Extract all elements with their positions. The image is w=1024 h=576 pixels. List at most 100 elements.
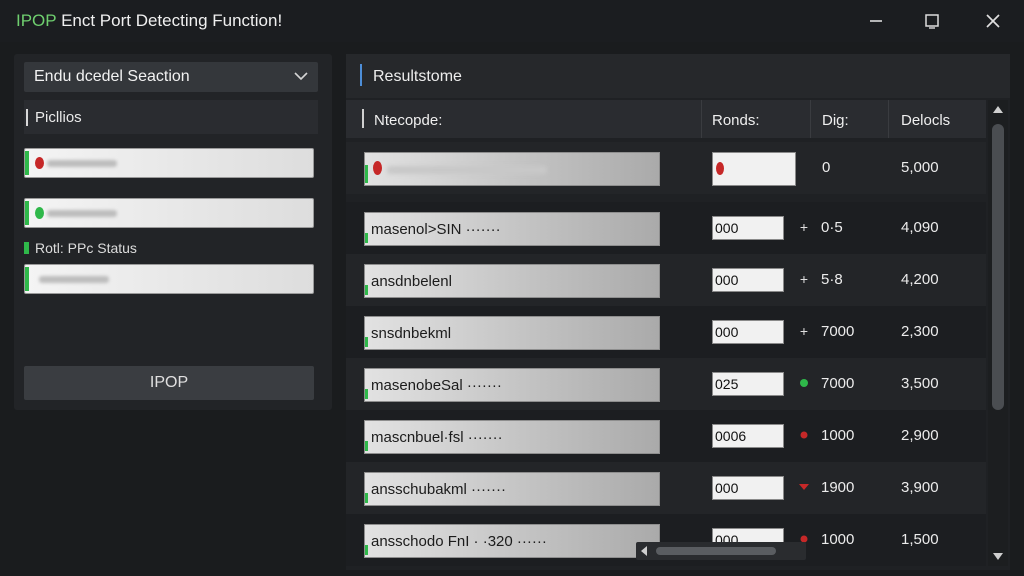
table-row[interactable]: 0 5,000 bbox=[346, 142, 986, 194]
status-label: Rotl: PPc Status bbox=[35, 240, 137, 256]
green-marker bbox=[365, 233, 368, 243]
plus-icon: + bbox=[799, 323, 809, 339]
maximize-button[interactable] bbox=[917, 8, 947, 34]
ipop-button[interactable]: IPOP bbox=[24, 366, 314, 400]
header-accent-bar bbox=[362, 109, 364, 128]
row-name: ansschubakml ······· bbox=[371, 481, 507, 498]
row-name-field[interactable]: ansschubakml ······· bbox=[364, 472, 660, 506]
vertical-scroll-thumb[interactable] bbox=[992, 124, 1004, 410]
scroll-down-icon[interactable] bbox=[992, 552, 1004, 562]
row-dig: 7000 bbox=[821, 375, 855, 392]
row-round-field[interactable]: 000 bbox=[712, 476, 784, 500]
row-dig: 1900 bbox=[821, 479, 855, 496]
maximize-icon bbox=[925, 14, 939, 29]
close-icon bbox=[986, 14, 1000, 28]
blurred-text bbox=[39, 276, 109, 283]
green-marker bbox=[365, 285, 368, 295]
table-row[interactable]: snsdnbekml 000 + 7000 2,300 bbox=[346, 306, 986, 358]
green-status-dot bbox=[35, 207, 44, 219]
row-delocls: 4,200 bbox=[901, 271, 939, 288]
red-triangle-icon bbox=[798, 479, 810, 493]
row-delocls: 2,300 bbox=[901, 323, 939, 340]
row-dig: 1000 bbox=[821, 531, 855, 548]
table-row[interactable]: masenol>SIN ······· 000 + 0·5 4,090 bbox=[346, 202, 986, 254]
row-delocls: 1,500 bbox=[901, 531, 939, 548]
green-marker bbox=[25, 267, 29, 291]
section-dropdown[interactable]: Endu dcedel Seaction bbox=[24, 62, 318, 92]
column-header-dig[interactable]: Dig: bbox=[822, 112, 849, 129]
close-button[interactable] bbox=[978, 8, 1008, 34]
column-header-ntecopde[interactable]: Ntecopde: bbox=[374, 112, 442, 129]
input-field-3[interactable] bbox=[24, 264, 314, 294]
green-marker bbox=[365, 337, 368, 347]
vertical-scrollbar[interactable] bbox=[988, 100, 1008, 566]
row-delocls: 3,900 bbox=[901, 479, 939, 496]
row-dig: 5·8 bbox=[821, 271, 843, 288]
row-round-field[interactable]: 000 bbox=[712, 216, 784, 240]
row-name-field[interactable] bbox=[364, 152, 660, 186]
row-name: mascnbuel·fsl ······· bbox=[371, 429, 503, 446]
green-marker bbox=[365, 493, 368, 503]
red-status-dot bbox=[35, 157, 44, 169]
row-name: ansschodo FnI · ·320 ······ bbox=[371, 533, 547, 550]
field-header-label: Picllios bbox=[35, 109, 82, 126]
chevron-down-icon bbox=[294, 72, 308, 81]
green-marker bbox=[365, 441, 368, 451]
input-field-1[interactable] bbox=[24, 148, 314, 178]
title-bar: IPOP Enct Port Detecting Function! bbox=[0, 0, 1024, 42]
minimize-button[interactable] bbox=[861, 8, 891, 34]
green-marker bbox=[365, 389, 368, 399]
red-dot-icon bbox=[798, 427, 810, 441]
column-divider bbox=[810, 100, 811, 138]
status-marker bbox=[24, 242, 29, 254]
row-dig: 7000 bbox=[821, 323, 855, 340]
row-name-field[interactable]: masenol>SIN ······· bbox=[364, 212, 660, 246]
row-round-field[interactable]: 0006 bbox=[712, 424, 784, 448]
row-round-field[interactable] bbox=[712, 152, 796, 186]
table-row[interactable]: mascnbuel·fsl ······· 0006 1000 2,900 bbox=[346, 410, 986, 462]
red-status-dot bbox=[716, 162, 724, 175]
column-divider bbox=[888, 100, 889, 138]
row-delocls: 4,090 bbox=[901, 219, 939, 236]
green-dot-icon bbox=[798, 375, 810, 389]
table-row[interactable]: ansschubakml ······· 000 1900 3,900 bbox=[346, 462, 986, 514]
green-marker bbox=[25, 201, 29, 225]
row-dig: 1000 bbox=[821, 427, 855, 444]
row-delocls: 3,500 bbox=[901, 375, 939, 392]
row-name: masenol>SIN ······· bbox=[371, 221, 501, 238]
row-name-field[interactable]: mascnbuel·fsl ······· bbox=[364, 420, 660, 454]
row-round-field[interactable]: 000 bbox=[712, 268, 784, 292]
input-field-2[interactable] bbox=[24, 198, 314, 228]
row-name-field[interactable]: ansdnbelenl bbox=[364, 264, 660, 298]
field-header: Picllios bbox=[24, 100, 318, 134]
row-name: masenobeSal ······· bbox=[371, 377, 502, 394]
dropdown-label: Endu dcedel Seaction bbox=[34, 68, 190, 85]
row-round-field[interactable]: 000 bbox=[712, 320, 784, 344]
horizontal-scrollbar[interactable] bbox=[636, 542, 806, 560]
horizontal-scroll-thumb[interactable] bbox=[656, 547, 776, 555]
row-name-field[interactable]: masenobeSal ······· bbox=[364, 368, 660, 402]
results-header: Resultstome bbox=[346, 54, 1010, 98]
title-brand: IPOP bbox=[16, 11, 57, 30]
row-name: snsdnbekml bbox=[371, 325, 452, 342]
plus-icon: + bbox=[799, 219, 809, 235]
row-name-field[interactable]: snsdnbekml bbox=[364, 316, 660, 350]
row-delocls: 5,000 bbox=[901, 159, 939, 176]
minimize-icon bbox=[870, 20, 882, 22]
plus-icon: + bbox=[799, 271, 809, 287]
column-header-delocls[interactable]: Delocls bbox=[901, 112, 950, 129]
column-header-ronds[interactable]: Ronds: bbox=[712, 112, 760, 129]
results-panel: Resultstome Ntecopde: Ronds: Dig: Delocl… bbox=[346, 54, 1010, 570]
title-text: Enct Port Detecting Function! bbox=[61, 11, 283, 30]
window-title: IPOP Enct Port Detecting Function! bbox=[16, 11, 282, 31]
table-row[interactable]: masenobeSal ······· 025 7000 3,500 bbox=[346, 358, 986, 410]
red-status-dot bbox=[373, 161, 382, 175]
scroll-up-icon[interactable] bbox=[992, 104, 1004, 114]
row-name-field[interactable]: ansschodo FnI · ·320 ······ bbox=[364, 524, 660, 558]
green-marker bbox=[365, 165, 368, 183]
table-row[interactable]: ansdnbelenl 000 + 5·8 4,200 bbox=[346, 254, 986, 306]
column-divider bbox=[701, 100, 702, 138]
row-round-field[interactable]: 025 bbox=[712, 372, 784, 396]
scroll-left-icon[interactable] bbox=[640, 546, 648, 556]
row-name: ansdnbelenl bbox=[371, 273, 452, 290]
